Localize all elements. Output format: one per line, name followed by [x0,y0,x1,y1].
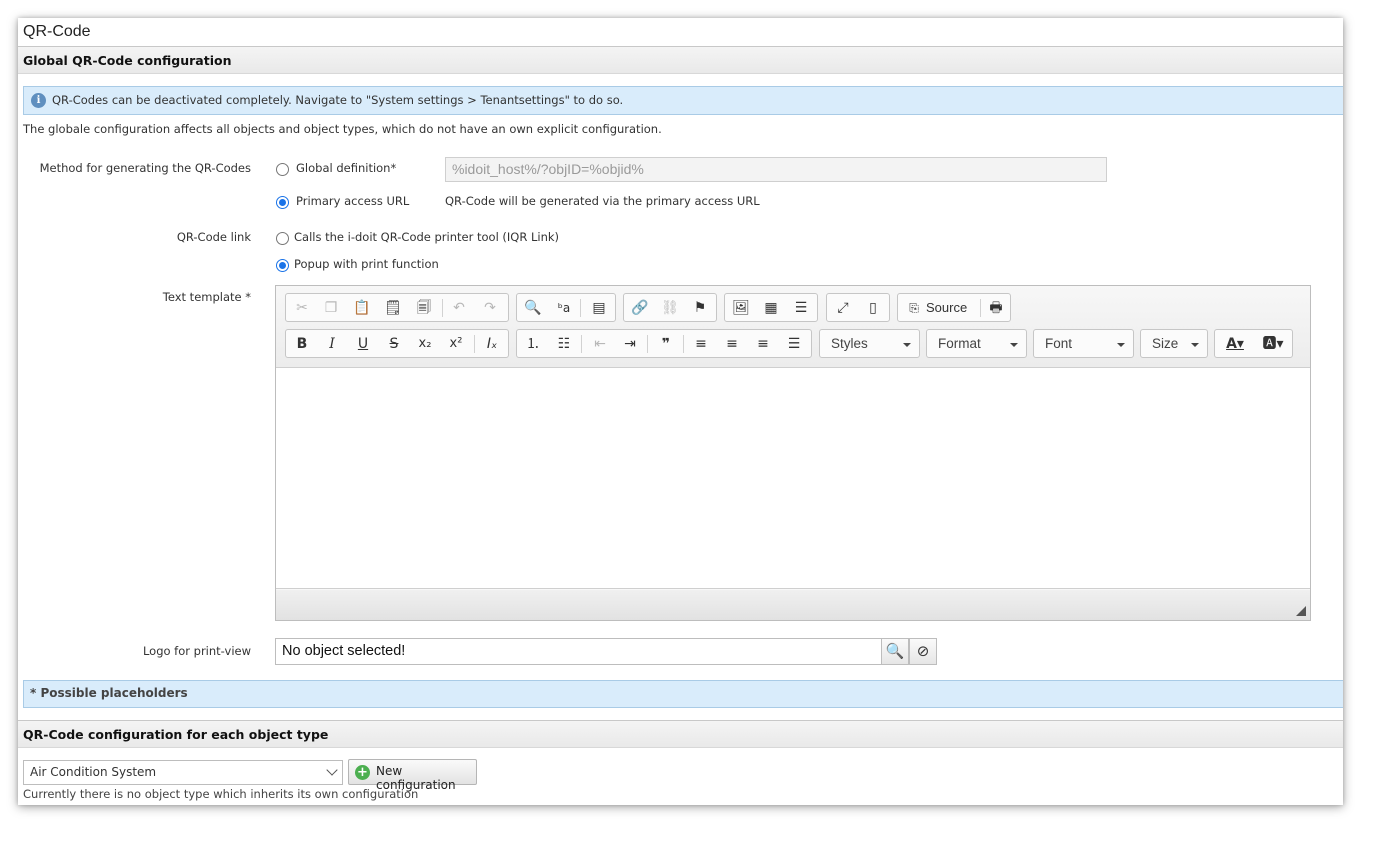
select-all-icon[interactable]: ▤ [586,297,612,319]
logo-label: Logo for print-view [142,644,251,658]
text-color-icon[interactable]: A▾ [1220,333,1250,355]
maximize-icon[interactable]: ⤢ [830,297,856,319]
font-combo-label: Font [1045,336,1073,351]
copy-icon[interactable]: ❐ [318,297,344,319]
paragraph-group: ⒈ ☷ ⇤ ⇥ ❞ ≡ ≡ ≡ ☰ [516,329,812,358]
chevron-down-icon [1010,343,1018,347]
print-icon[interactable]: 🖶 [983,297,1009,319]
find-icon[interactable]: 🔍 [520,297,546,319]
global-definition-input[interactable]: %idoit_host%/?objID=%objid% [445,157,1107,182]
table-icon[interactable]: ▦ [758,297,784,319]
option-global-definition-label: Global definition* [296,161,397,175]
clipboard-group: ✂ ❐ 📋 🗒 🗐 ↶ ↷ [285,293,509,322]
bulleted-list-icon[interactable]: ☷ [551,333,577,355]
format-combo-label: Format [938,336,981,351]
view-group: ⤢ ▯ [826,293,890,322]
numbered-list-icon[interactable]: ⒈ [520,333,546,355]
rich-text-editor: ✂ ❐ 📋 🗒 🗐 ↶ ↷ 🔍 ᵇa ▤ 🔗 ⛓ ⚑ 🖼 ▦ ☰ ⤢ ▯ ⎘ S… [275,285,1311,621]
option-primary-access-url-label: Primary access URL [296,194,410,208]
chevron-down-icon [903,343,911,347]
qr-code-settings-window: QR-Code Global QR-Code configuration i Q… [18,18,1343,805]
color-group: A▾ 🅰▾ [1214,329,1293,358]
format-combo[interactable]: Format [926,329,1027,358]
radio-primary-access-url[interactable] [276,196,289,209]
styles-combo-label: Styles [831,336,868,351]
info-icon: i [31,93,46,108]
method-label: Method for generating the QR-Codes [39,161,251,175]
redo-icon[interactable]: ↷ [477,297,503,319]
bold-icon[interactable]: B [289,333,315,355]
source-button[interactable]: Source [926,297,967,319]
align-left-icon[interactable]: ≡ [688,333,714,355]
paste-text-icon[interactable]: 🗒 [380,297,406,319]
insert-group: 🖼 ▦ ☰ [724,293,818,322]
background-color-icon[interactable]: 🅰▾ [1258,333,1288,355]
plus-icon: + [355,765,370,780]
object-type-selected: Air Condition System [30,765,157,779]
radio-global-definition[interactable] [276,163,289,176]
chevron-down-icon [1117,343,1125,347]
inherit-note: Currently there is no object type which … [23,787,419,801]
underline-icon[interactable]: U [350,333,376,355]
option-iqr-link-label: Calls the i-doit QR-Code printer tool (I… [294,230,560,244]
resize-handle-icon[interactable] [1296,606,1306,616]
detach-icon[interactable]: ⊘ [909,638,937,665]
qr-link-label: QR-Code link [176,230,251,244]
unlink-icon[interactable]: ⛓ [657,297,683,319]
font-combo[interactable]: Font [1033,329,1134,358]
object-type-select[interactable]: Air Condition System [23,760,343,785]
link-group: 🔗 ⛓ ⚑ [623,293,717,322]
size-combo-label: Size [1152,336,1179,351]
size-combo[interactable]: Size [1140,329,1208,358]
link-icon[interactable]: 🔗 [627,297,653,319]
subscript-icon[interactable]: x₂ [412,333,438,355]
deactivate-info-box: i QR-Codes can be deactivated completely… [23,86,1343,115]
cut-icon[interactable]: ✂ [289,297,315,319]
image-icon[interactable]: 🖼 [728,297,754,319]
blockquote-icon[interactable]: ❞ [653,333,679,355]
align-right-icon[interactable]: ≡ [750,333,776,355]
chevron-down-icon [1191,343,1199,347]
horizontal-line-icon[interactable]: ☰ [788,297,814,319]
show-blocks-icon[interactable]: ▯ [860,297,886,319]
align-center-icon[interactable]: ≡ [719,333,745,355]
superscript-icon[interactable]: x² [443,333,469,355]
radio-iqr-link[interactable] [276,232,289,245]
logo-object-input[interactable]: No object selected! [275,638,882,665]
possible-placeholders-toggle[interactable]: * Possible placeholders [23,680,1343,708]
option-popup-print-label: Popup with print function [294,257,439,271]
search-icon[interactable]: 🔍 [881,638,909,665]
primary-access-url-hint: QR-Code will be generated via the primar… [445,194,760,208]
italic-icon[interactable]: I [319,333,345,355]
per-type-config-heading: QR-Code configuration for each object ty… [18,720,1343,748]
undo-icon[interactable]: ↶ [446,297,472,319]
global-config-heading: Global QR-Code configuration [18,46,1343,74]
text-template-label: Text template * [162,290,251,304]
radio-popup-print[interactable] [276,259,289,272]
strikethrough-icon[interactable]: S [381,333,407,355]
paste-icon[interactable]: 📋 [349,297,375,319]
remove-format-icon[interactable]: Iₓ [479,333,505,355]
source-icon[interactable]: ⎘ [901,297,927,319]
source-group: ⎘ Source 🖶 [897,293,1011,322]
info-text: QR-Codes can be deactivated completely. … [52,93,624,107]
indent-icon[interactable]: ⇥ [617,333,643,355]
paste-word-icon[interactable]: 🗐 [411,297,437,319]
replace-icon[interactable]: ᵇa [551,297,577,319]
editor-status-bar [276,590,1310,620]
global-description: The globale configuration affects all ob… [23,122,662,136]
basic-styles-group: B I U S x₂ x² Iₓ [285,329,509,358]
editor-content-area[interactable] [276,368,1310,589]
find-group: 🔍 ᵇa ▤ [516,293,616,322]
chevron-down-icon [326,764,338,776]
styles-combo[interactable]: Styles [819,329,920,358]
outdent-icon[interactable]: ⇤ [587,333,613,355]
page-title: QR-Code [23,23,91,40]
editor-toolbar: ✂ ❐ 📋 🗒 🗐 ↶ ↷ 🔍 ᵇa ▤ 🔗 ⛓ ⚑ 🖼 ▦ ☰ ⤢ ▯ ⎘ S… [276,286,1310,368]
new-configuration-button[interactable]: + New configuration [348,759,477,792]
justify-icon[interactable]: ☰ [781,333,807,355]
anchor-flag-icon[interactable]: ⚑ [687,297,713,319]
